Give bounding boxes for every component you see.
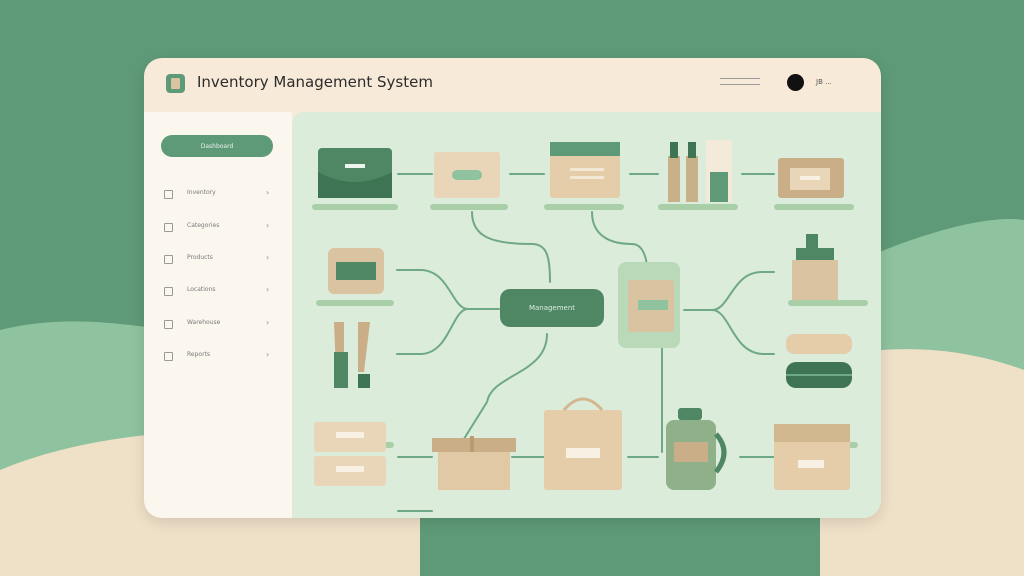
bottles-node xyxy=(658,140,738,210)
sidebar-item-label: Categories xyxy=(187,222,220,229)
user-label[interactable]: JB ... xyxy=(816,78,832,86)
small-crate-node xyxy=(316,248,394,306)
menu-icon[interactable] xyxy=(720,78,760,88)
crate-node xyxy=(544,142,624,210)
chevron-right-icon: › xyxy=(266,350,270,359)
sidebar: Dashboard Inventory › Categories › Produ… xyxy=(144,112,292,518)
sidebar-item-warehouse[interactable]: Warehouse › xyxy=(164,318,274,332)
checkbox-icon[interactable] xyxy=(164,320,173,329)
app-logo-icon xyxy=(166,74,185,93)
sidebar-item-label: Reports xyxy=(187,351,211,358)
sidebar-item-label: Warehouse xyxy=(187,319,221,326)
shopping-bag-node xyxy=(544,397,622,490)
cargo-box-node xyxy=(774,424,850,490)
storage-drawers-node xyxy=(314,422,386,486)
chevron-right-icon: › xyxy=(266,253,270,262)
jar-node xyxy=(788,234,868,306)
sidebar-item-products[interactable]: Products › xyxy=(164,253,274,267)
center-hub-node[interactable]: Management xyxy=(500,289,604,327)
chevron-right-icon: › xyxy=(266,285,270,294)
checkbox-icon[interactable] xyxy=(164,352,173,361)
title-bar: Inventory Management System JB ... xyxy=(144,58,881,112)
canister-node xyxy=(666,408,727,490)
checkbox-icon[interactable] xyxy=(164,190,173,199)
diagram-canvas: Management xyxy=(292,112,881,518)
green-bin-node xyxy=(312,148,398,210)
checkbox-icon[interactable] xyxy=(164,255,173,264)
chevron-right-icon: › xyxy=(266,318,270,327)
chevron-right-icon: › xyxy=(266,188,270,197)
sidebar-item-inventory[interactable]: Inventory › xyxy=(164,188,274,202)
checkbox-icon[interactable] xyxy=(164,223,173,232)
sidebar-item-label: Locations xyxy=(187,286,216,293)
sidebar-item-locations[interactable]: Locations › xyxy=(164,285,274,299)
checkbox-icon[interactable] xyxy=(164,287,173,296)
sidebar-active-button[interactable]: Dashboard xyxy=(161,135,273,157)
app-window: Inventory Management System JB ... Dashb… xyxy=(144,58,881,518)
sidebar-item-label: Products xyxy=(187,254,213,261)
beige-box-node xyxy=(430,152,508,210)
highlight-package-node xyxy=(618,262,680,348)
sidebar-item-categories[interactable]: Categories › xyxy=(164,221,274,235)
avatar[interactable] xyxy=(787,74,804,91)
window-title: Inventory Management System xyxy=(197,73,433,91)
sidebar-item-label: Inventory xyxy=(187,189,216,196)
box-top-right-node xyxy=(774,158,854,210)
chevron-right-icon: › xyxy=(266,221,270,230)
sidebar-item-reports[interactable]: Reports › xyxy=(164,350,274,364)
open-box-node xyxy=(432,436,516,490)
